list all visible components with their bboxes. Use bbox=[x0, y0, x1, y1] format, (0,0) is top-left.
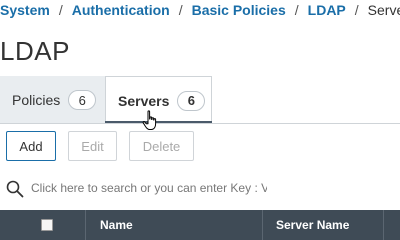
breadcrumb-separator: / bbox=[178, 2, 183, 18]
column-divider bbox=[85, 210, 86, 240]
table-header: Name Server Name bbox=[0, 210, 400, 240]
breadcrumb-ldap[interactable]: LDAP bbox=[308, 2, 346, 18]
breadcrumb-current: Servers bbox=[367, 2, 400, 18]
tab-policies-count-badge: 6 bbox=[68, 90, 97, 110]
column-divider bbox=[383, 210, 384, 240]
search-input[interactable]: Click here to search or you can enter Ke… bbox=[31, 181, 267, 195]
tab-servers-count-badge: 6 bbox=[177, 90, 206, 111]
search-bar[interactable]: Click here to search or you can enter Ke… bbox=[0, 172, 400, 204]
breadcrumb-system[interactable]: System bbox=[0, 2, 50, 18]
hand-pointer-icon bbox=[142, 110, 157, 130]
column-header-name[interactable]: Name bbox=[100, 210, 133, 240]
tab-bar-divider bbox=[0, 123, 400, 124]
breadcrumb-basic-policies[interactable]: Basic Policies bbox=[192, 2, 286, 18]
tab-policies-label: Policies bbox=[12, 92, 61, 108]
delete-button[interactable]: Delete bbox=[129, 131, 194, 161]
breadcrumb-separator: / bbox=[294, 2, 299, 18]
tab-policies[interactable]: Policies 6 bbox=[0, 76, 105, 124]
search-icon bbox=[6, 180, 24, 198]
breadcrumb-separator: / bbox=[58, 2, 63, 18]
breadcrumb-separator: / bbox=[354, 2, 359, 18]
column-divider bbox=[262, 210, 263, 240]
add-button[interactable]: Add bbox=[6, 131, 56, 161]
breadcrumb: System / Authentication / Basic Policies… bbox=[0, 0, 400, 20]
page-title: LDAP bbox=[0, 36, 70, 66]
select-all-checkbox[interactable] bbox=[41, 219, 53, 231]
tab-servers-label: Servers bbox=[118, 92, 170, 109]
breadcrumb-authentication[interactable]: Authentication bbox=[72, 2, 170, 18]
edit-button[interactable]: Edit bbox=[68, 131, 117, 161]
column-header-server-name[interactable]: Server Name bbox=[276, 210, 349, 240]
tab-bar: Policies 6 Servers 6 bbox=[0, 76, 400, 124]
